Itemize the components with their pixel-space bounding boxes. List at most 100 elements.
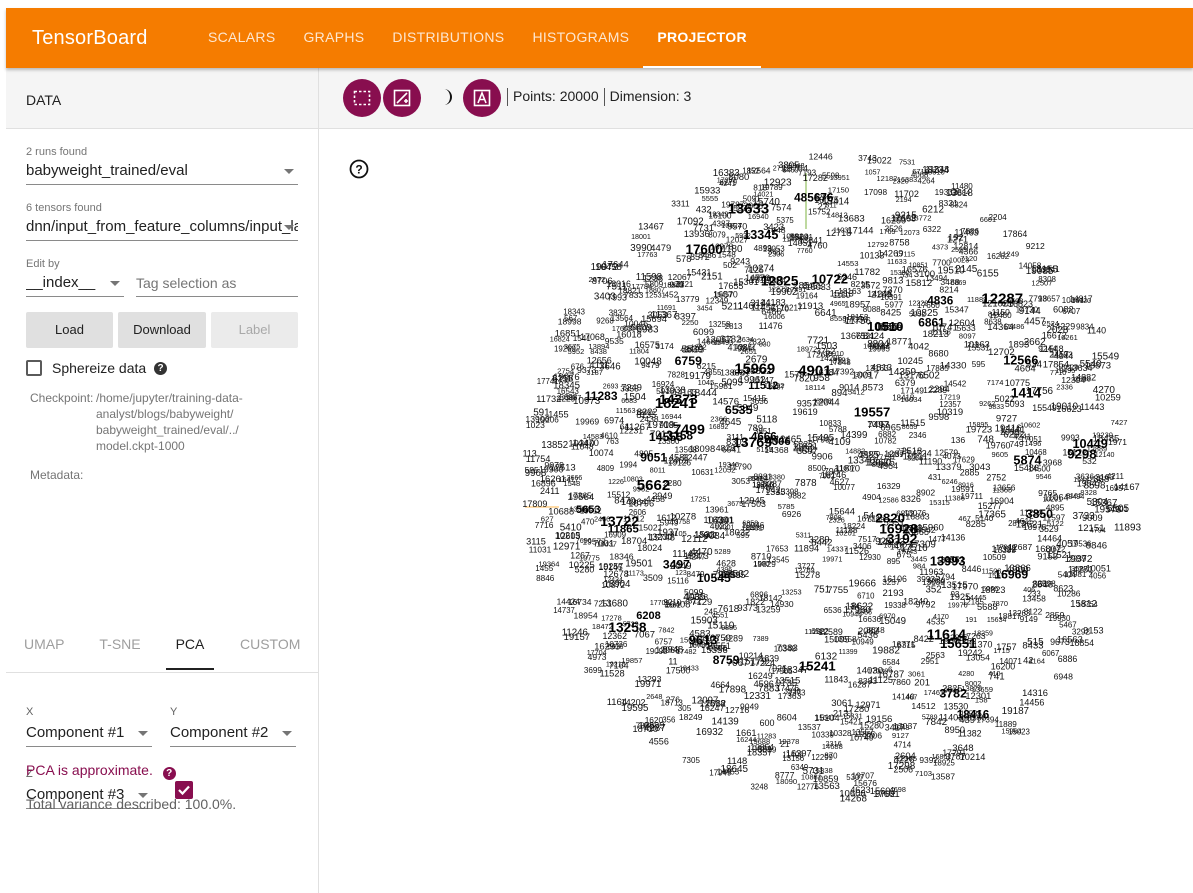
- tab-scalars[interactable]: SCALARS: [194, 8, 289, 68]
- point-label[interactable]: 19557: [854, 405, 890, 420]
- download-button[interactable]: Download: [118, 312, 206, 348]
- point-label: 4904: [862, 492, 881, 502]
- help-icon[interactable]: ?: [162, 767, 176, 780]
- point-label: 4479: [650, 242, 671, 253]
- point-label: 3248: [751, 782, 769, 791]
- x-component-select[interactable]: Component #1: [26, 720, 152, 747]
- point-label[interactable]: 12825: [761, 273, 799, 288]
- point-label[interactable]: 15241: [799, 659, 837, 674]
- point-label[interactable]: 12287: [981, 290, 1023, 307]
- point-label[interactable]: 5874: [1013, 454, 1041, 468]
- load-button[interactable]: Load: [26, 312, 113, 348]
- point-label[interactable]: 6535: [725, 403, 753, 417]
- point-label[interactable]: 15651: [940, 636, 976, 651]
- edit-by-select[interactable]: __index__: [26, 270, 124, 297]
- tab-pca[interactable]: PCA: [166, 620, 214, 670]
- point-label[interactable]: 13722: [600, 513, 639, 529]
- edit-selection-button[interactable]: [383, 79, 421, 117]
- tab-projector[interactable]: PROJECTOR: [643, 8, 761, 68]
- point-label[interactable]: 4306: [766, 436, 791, 448]
- point-label[interactable]: 485676: [794, 190, 834, 204]
- point-label: 6974: [604, 415, 624, 425]
- point-label[interactable]: 13258: [608, 620, 646, 635]
- point-label[interactable]: 9298: [1067, 447, 1096, 462]
- tab-graphs[interactable]: GRAPHS: [289, 8, 378, 68]
- point-label[interactable]: 6759: [675, 354, 703, 368]
- point-label: 19666: [849, 578, 877, 589]
- projection-canvas[interactable]: ? 4211 15041 12718 14158 9357 10261 11548 6707 5…: [319, 129, 1193, 893]
- point-label[interactable]: 18416: [957, 709, 990, 722]
- point-label: 7696: [576, 537, 592, 545]
- tab-tsne[interactable]: T-SNE: [98, 620, 142, 668]
- point-label: 4373: [932, 243, 948, 252]
- y-component-select[interactable]: Component #2: [170, 720, 296, 747]
- point-label: 11810: [834, 464, 860, 475]
- point-label[interactable]: 3497: [663, 557, 690, 571]
- point-label[interactable]: 13345: [743, 228, 778, 242]
- tab-umap[interactable]: UMAP: [24, 620, 64, 668]
- tensor-select[interactable]: dnn/input_from_feature_columns/input_lay…: [26, 214, 298, 241]
- point-label: 6536: [824, 606, 843, 615]
- tab-histograms[interactable]: HISTOGRAMS: [518, 8, 643, 68]
- point-label[interactable]: 8759: [713, 653, 740, 667]
- tab-distributions[interactable]: DISTRIBUTIONS: [378, 8, 518, 68]
- x-component-value: Component #1: [26, 724, 125, 741]
- sphereize-checkbox[interactable]: [26, 360, 42, 376]
- point-label[interactable]: 4901: [798, 363, 831, 380]
- point-label[interactable]: 7499: [673, 422, 705, 438]
- point-label: 12044: [813, 397, 841, 408]
- point-label[interactable]: 5653: [576, 504, 600, 516]
- point-label[interactable]: 5662: [637, 477, 670, 494]
- point-label: 861: [1032, 579, 1048, 589]
- point-label[interactable]: 4836: [927, 295, 954, 308]
- point-label[interactable]: 10722: [812, 272, 848, 287]
- point-label[interactable]: 10545: [697, 571, 731, 585]
- point-label: 9546: [1036, 473, 1052, 481]
- point-label[interactable]: 11283: [585, 389, 618, 403]
- label-toggle-button[interactable]: [463, 79, 501, 117]
- point-label[interactable]: 3850: [1026, 507, 1053, 521]
- point-label[interactable]: 3782: [939, 686, 967, 700]
- point-label[interactable]: 11512: [748, 380, 778, 392]
- point-label[interactable]: 9051: [640, 451, 667, 465]
- point-label: 19010: [1051, 402, 1079, 413]
- point-label[interactable]: 12566: [1003, 353, 1038, 367]
- point-label[interactable]: 3192: [887, 532, 918, 547]
- point-label: 7383: [777, 643, 798, 654]
- point-label: 8573: [862, 382, 883, 393]
- point-label: 19971: [822, 555, 842, 564]
- point-label: 2193: [883, 588, 904, 599]
- points-dimension-info: Points: 20000 Dimension: 3: [507, 88, 691, 107]
- run-select[interactable]: babyweight_trained/eval: [26, 158, 298, 185]
- point-label[interactable]: 13993: [930, 554, 966, 569]
- point-label: 676: [571, 363, 585, 372]
- select-rectangle-button[interactable]: [343, 79, 381, 117]
- point-label[interactable]: 16969: [994, 568, 1028, 582]
- night-mode-icon[interactable]: [436, 87, 456, 107]
- tab-custom[interactable]: CUSTOM: [240, 620, 300, 668]
- point-label: 17092: [677, 216, 704, 227]
- point-label: 9210: [664, 598, 682, 607]
- point-label[interactable]: 1414: [1011, 385, 1042, 400]
- point-label[interactable]: 18241: [655, 396, 696, 412]
- point-label: 8438: [590, 347, 607, 356]
- point-label: 13379: [936, 461, 962, 472]
- app-title[interactable]: TensorBoard: [32, 8, 148, 68]
- point-label: 5375: [776, 216, 794, 225]
- point-label[interactable]: 9613: [689, 633, 717, 648]
- point-cloud[interactable]: 421115041 1271814158935710261115486707595…: [319, 129, 1193, 893]
- point-label: 10077: [833, 483, 855, 492]
- tag-selection-input[interactable]: Tag selection as: [136, 270, 298, 297]
- point-label: 11365: [992, 485, 1012, 494]
- label-button[interactable]: Label: [211, 312, 298, 348]
- run-select-value: babyweight_trained/eval: [26, 162, 188, 179]
- point-label: 15110: [707, 621, 735, 632]
- point-label[interactable]: 10510: [867, 319, 903, 334]
- point-label[interactable]: 13633: [728, 201, 769, 217]
- point-label: 3597: [797, 445, 818, 456]
- point-label[interactable]: 6861: [918, 315, 945, 329]
- point-label[interactable]: 17600: [686, 242, 723, 257]
- help-icon[interactable]: ?: [154, 362, 167, 375]
- point-label: 3174: [655, 341, 674, 351]
- point-label[interactable]: 15969: [735, 362, 776, 378]
